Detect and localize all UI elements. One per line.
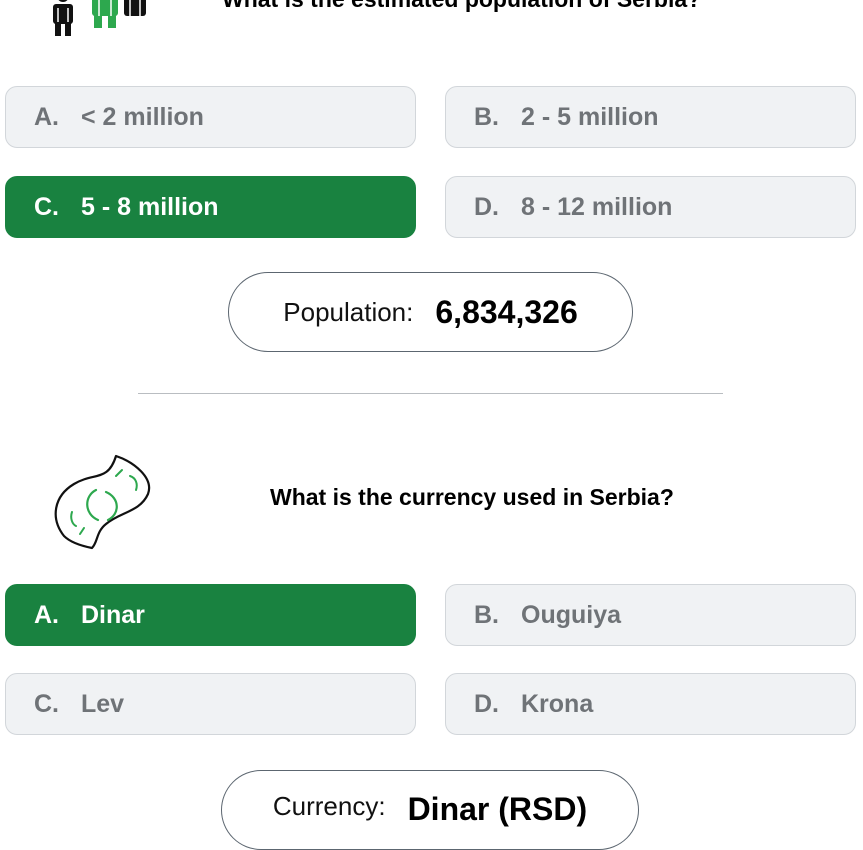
option-letter: A.: [34, 102, 59, 131]
option-text: < 2 million: [81, 102, 204, 131]
result-value: 6,834,326: [435, 293, 578, 330]
answer-option-b[interactable]: B. Ouguiya: [445, 584, 856, 646]
currency-result-pill: Currency: Dinar (RSD): [221, 770, 639, 850]
section-divider: [138, 393, 723, 394]
option-text: Krona: [521, 689, 594, 718]
option-letter: D.: [474, 689, 499, 718]
answer-option-d[interactable]: D. Krona: [445, 673, 856, 735]
option-letter: A.: [34, 600, 59, 629]
option-letter: B.: [474, 600, 499, 629]
question-title: What is the currency used in Serbia?: [270, 484, 674, 510]
option-letter: D.: [474, 192, 499, 221]
option-text: 5 - 8 million: [81, 192, 219, 221]
answer-option-a[interactable]: A. Dinar: [5, 584, 416, 646]
banknote-icon: [54, 454, 151, 550]
population-result-pill: Population: 6,834,326: [228, 272, 633, 352]
option-text: 8 - 12 million: [521, 192, 673, 221]
option-text: Lev: [81, 689, 125, 718]
answer-option-c[interactable]: C. Lev: [5, 673, 416, 735]
option-letter: C.: [34, 192, 59, 221]
question-title: What is the estimated population of Serb…: [222, 0, 701, 13]
result-label: Population:: [283, 296, 414, 327]
option-letter: B.: [474, 102, 499, 131]
answer-option-a[interactable]: A. < 2 million: [5, 86, 416, 148]
option-text: Dinar: [81, 600, 145, 629]
answer-option-d[interactable]: D. 8 - 12 million: [445, 176, 856, 238]
option-text: 2 - 5 million: [521, 102, 659, 131]
answer-option-b[interactable]: B. 2 - 5 million: [445, 86, 856, 148]
result-value: Dinar (RSD): [407, 791, 588, 827]
result-label: Currency:: [272, 791, 386, 821]
option-text: Ouguiya: [521, 600, 622, 629]
people-icon: [53, 0, 146, 36]
option-letter: C.: [34, 689, 59, 718]
answer-option-c[interactable]: C. 5 - 8 million: [5, 176, 416, 238]
